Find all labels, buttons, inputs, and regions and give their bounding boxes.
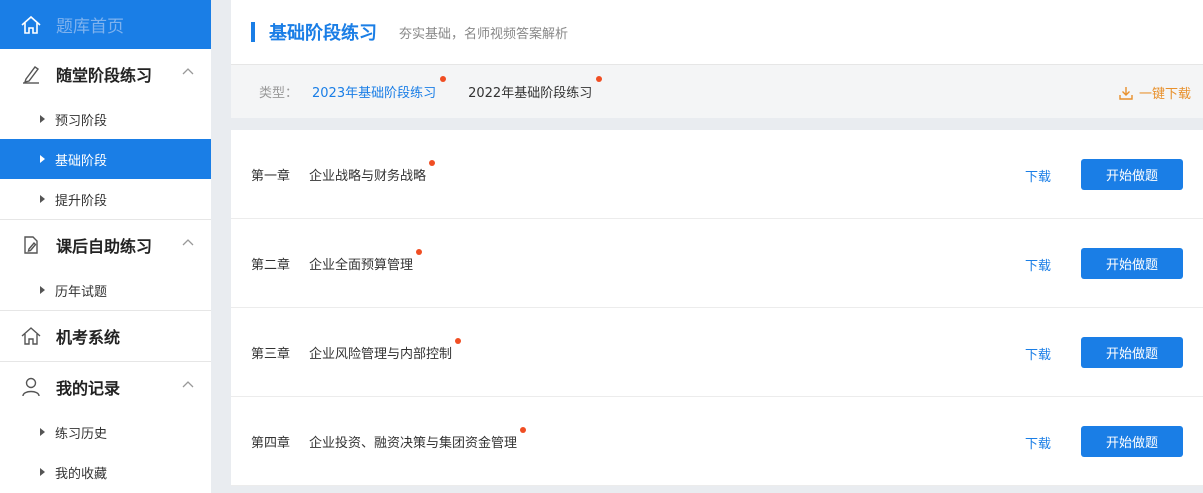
download-icon: [1119, 86, 1133, 100]
sidebar-item-label: 预习阶段: [55, 113, 108, 129]
sidebar-item-my-favorites[interactable]: 我的收藏: [0, 452, 211, 492]
sidebar-item-home[interactable]: 题库首页: [0, 0, 211, 49]
new-badge-dot: [596, 76, 603, 82]
chapter-name: 企业投资、融资决策与集团资金管理: [309, 435, 518, 451]
start-practice-button[interactable]: 开始做题: [1081, 248, 1183, 279]
sidebar-group-my-records[interactable]: 我的记录: [0, 362, 211, 412]
caret-right-icon: [40, 155, 45, 163]
sidebar-home-label: 题库首页: [56, 17, 124, 37]
page-title: 基础阶段练习: [269, 23, 377, 44]
chapter-name-wrap: 企业战略与财务战略: [309, 159, 436, 184]
type-option-label: 2022年基础阶段练习: [468, 86, 593, 101]
sidebar-group-self-practice[interactable]: 课后自助练习: [0, 220, 211, 270]
chapter-number: 第二章: [251, 257, 291, 273]
new-badge-dot: [440, 76, 447, 82]
chapter-name-wrap: 企业全面预算管理: [309, 248, 423, 273]
pencil-icon: [23, 66, 40, 84]
caret-right-icon: [40, 115, 45, 123]
home-icon: [21, 15, 41, 34]
sidebar-group-label: 我的记录: [56, 379, 121, 398]
chapter-number: 第四章: [251, 435, 291, 451]
download-all-label: 一键下载: [1138, 87, 1191, 102]
start-practice-button[interactable]: 开始做题: [1081, 426, 1183, 457]
chapter-name: 企业战略与财务战略: [309, 168, 427, 184]
sidebar-item-advanced-stage[interactable]: 提升阶段: [0, 179, 211, 219]
chapter-name-wrap: 企业风险管理与内部控制: [309, 337, 462, 362]
chapter-row: 第四章 企业投资、融资决策与集团资金管理 下载 开始做题: [231, 397, 1203, 486]
chapter-number: 第一章: [251, 168, 291, 184]
page-subtitle: 夯实基础，名师视频答案解析: [399, 26, 569, 42]
caret-right-icon: [40, 286, 45, 294]
sidebar-group-label: 随堂阶段练习: [56, 66, 153, 85]
chapter-number: 第三章: [251, 346, 291, 362]
title-accent-bar: [251, 22, 255, 42]
type-option-label: 2023年基础阶段练习: [312, 86, 437, 101]
start-practice-button[interactable]: 开始做题: [1081, 337, 1183, 368]
type-option-2023[interactable]: 2023年基础阶段练习: [312, 76, 447, 101]
new-badge-dot: [455, 337, 462, 344]
caret-right-icon: [40, 428, 45, 436]
sidebar-item-practice-history[interactable]: 练习历史: [0, 412, 211, 452]
sidebar-group-label: 课后自助练习: [56, 237, 153, 256]
download-link[interactable]: 下载: [1025, 433, 1051, 452]
sidebar-item-past-exams[interactable]: 历年试题: [0, 270, 211, 310]
home-icon: [21, 327, 41, 345]
sidebar-group-label: 机考系统: [56, 328, 121, 347]
type-filter-bar: 类型： 2023年基础阶段练习 2022年基础阶段练习 一键下载: [231, 64, 1203, 118]
new-badge-dot: [416, 248, 423, 255]
sidebar-item-label: 练习历史: [55, 426, 108, 442]
user-icon: [22, 377, 40, 397]
main-content: 基础阶段练习 夯实基础，名师视频答案解析 类型： 2023年基础阶段练习 202…: [231, 0, 1203, 493]
type-label: 类型：: [259, 86, 299, 101]
sidebar-group-classroom-practice[interactable]: 随堂阶段练习: [0, 49, 211, 99]
chapter-list: 第一章 企业战略与财务战略 下载 开始做题 第二章 企业全面预算管理 下载 开始…: [231, 130, 1203, 486]
type-option-2022[interactable]: 2022年基础阶段练习: [468, 76, 603, 101]
chapter-row: 第三章 企业风险管理与内部控制 下载 开始做题: [231, 308, 1203, 397]
chevron-up-icon[interactable]: [181, 379, 195, 389]
new-badge-dot: [429, 159, 436, 166]
chapter-name: 企业全面预算管理: [309, 257, 414, 273]
new-badge-dot: [520, 426, 527, 433]
chapter-row: 第一章 企业战略与财务战略 下载 开始做题: [231, 130, 1203, 219]
caret-right-icon: [40, 195, 45, 203]
caret-right-icon: [40, 468, 45, 476]
sidebar-item-basic-stage[interactable]: 基础阶段: [0, 139, 211, 179]
sidebar-item-label: 基础阶段: [55, 153, 108, 169]
sidebar-item-label: 提升阶段: [55, 193, 108, 209]
download-link[interactable]: 下载: [1025, 344, 1051, 363]
sidebar-item-preview-stage[interactable]: 预习阶段: [0, 99, 211, 139]
sidebar-item-label: 我的收藏: [55, 466, 108, 482]
download-link[interactable]: 下载: [1025, 255, 1051, 274]
download-link[interactable]: 下载: [1025, 166, 1051, 185]
start-practice-button[interactable]: 开始做题: [1081, 159, 1183, 190]
chevron-up-icon[interactable]: [181, 66, 195, 76]
sidebar: 题库首页 随堂阶段练习 预习阶段 基础阶段 提升阶段 课后自助练习 历年试题 机…: [0, 0, 211, 493]
document-edit-icon: [24, 236, 38, 254]
page-header: 基础阶段练习 夯实基础，名师视频答案解析: [231, 0, 1203, 64]
chapter-name: 企业风险管理与内部控制: [309, 346, 453, 362]
chapter-row: 第二章 企业全面预算管理 下载 开始做题: [231, 219, 1203, 308]
download-all-button[interactable]: 一键下载: [1119, 83, 1191, 102]
sidebar-group-exam-system[interactable]: 机考系统: [0, 311, 211, 361]
chapter-name-wrap: 企业投资、融资决策与集团资金管理: [309, 426, 527, 451]
sidebar-item-label: 历年试题: [55, 284, 108, 300]
chevron-up-icon[interactable]: [181, 237, 195, 247]
